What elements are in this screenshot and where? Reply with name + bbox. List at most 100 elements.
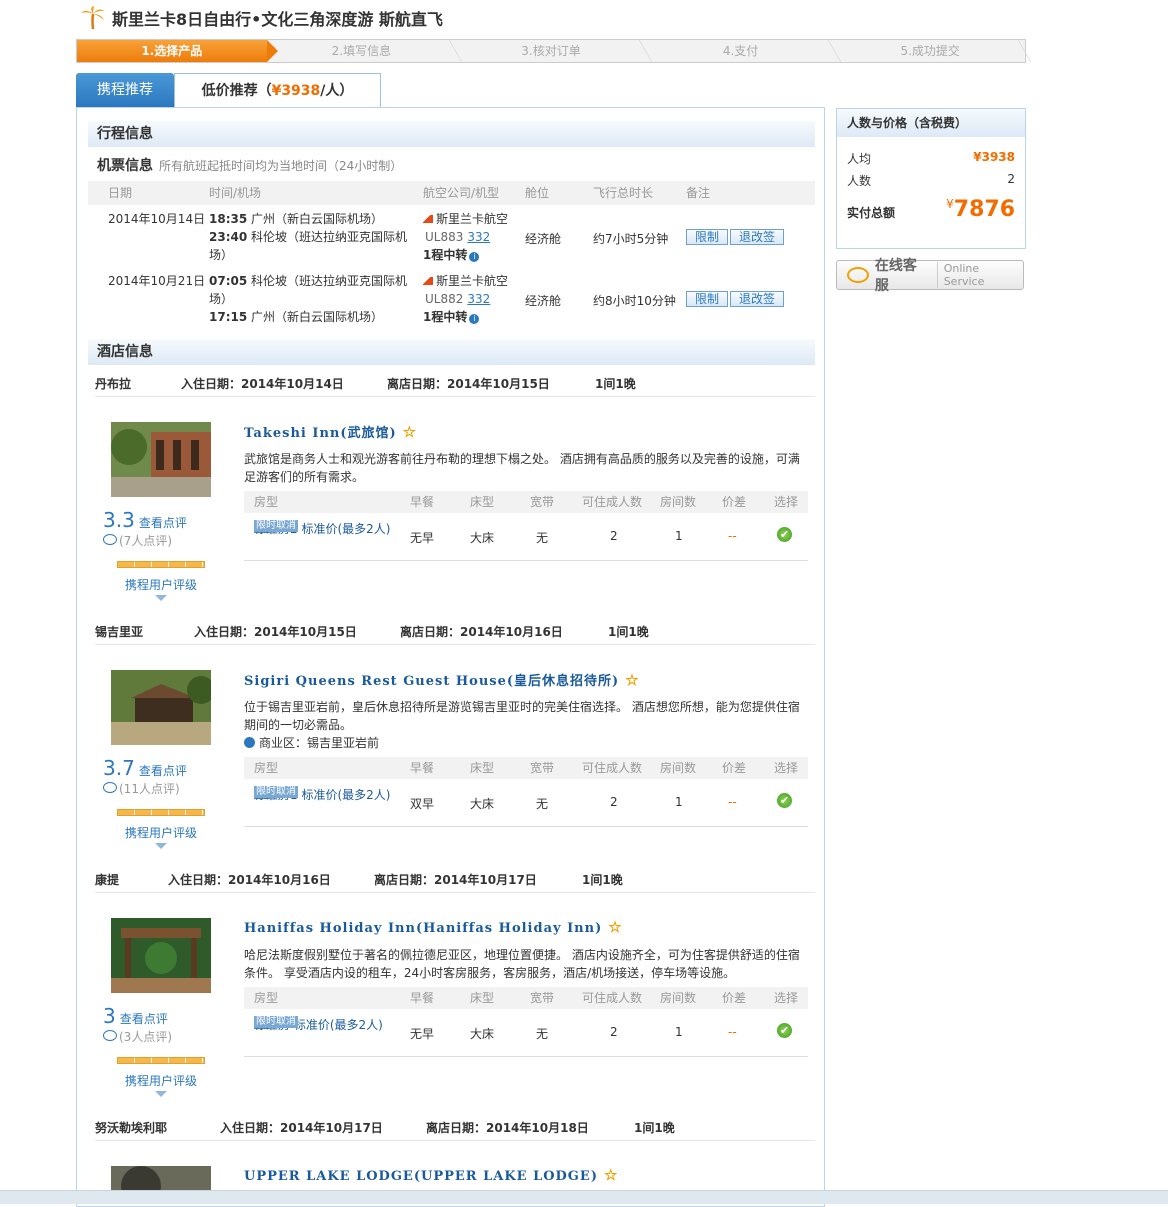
col-room-type: 房型 [254,991,279,1005]
arr-airport: 广州（新白云国际机场） [251,310,384,324]
col-breakfast: 早餐 [410,761,435,775]
user-rating-link[interactable]: 携程用户评级 [125,824,223,841]
limited-cancel-tag: 限时取消 [254,520,298,532]
hotel-name-text[interactable]: Haniffas Holiday Inn(Haniffas Holiday In… [244,921,602,936]
col-bed: 床型 [470,991,495,1005]
room-adults: 2 [610,1025,618,1039]
transfer-text: 1程中转 [423,310,468,324]
room-nights: 1间1晚 [634,1121,675,1135]
col-adults: 可住成人数 [582,761,643,775]
hotel-city: 努沃勒埃利耶 [95,1121,168,1135]
location-icon [244,737,255,748]
people-count-value: 2 [1007,172,1015,186]
chevron-down-icon[interactable] [155,843,167,849]
col-select: 选择 [774,991,799,1005]
col-diff: 价差 [722,495,747,509]
view-reviews-link[interactable]: 查看点评 [120,1012,168,1026]
hotel-city: 锡吉里亚 [95,625,144,639]
hotel-rating-block: 3 查看点评 (3人点评) 携程用户评级 [99,1004,223,1097]
room-adults: 2 [610,529,618,543]
room-adults: 2 [610,795,618,809]
hotel-name[interactable]: Takeshi Inn(武旅馆) ☆ [244,422,417,441]
info-icon[interactable]: i [469,252,480,262]
flight-airline: 斯里兰卡航空 UL883 332 1程中转 i [423,210,508,264]
review-count-text: (7人点评) [119,534,172,548]
dep-time: 07:05 [209,274,248,288]
per-person-row: 人均 ¥3938 [847,150,1015,167]
flight-number: UL882 [425,292,464,306]
room-net: 无 [536,531,549,545]
price-summary-panel: 人数与价格（含税费） 人均 ¥3938 人数 2 实付总额 ¥7876 [836,108,1026,249]
hotel-score: 3 [103,1004,116,1028]
check-icon[interactable]: ✔ [777,793,792,808]
plane-type-link[interactable]: 332 [467,230,490,244]
arr-time: 23:40 [209,230,248,244]
people-count-row: 人数 2 [847,172,1015,189]
hotel-card: 3.3 查看点评 (7人点评) 携程用户评级 Takeshi Inn(武旅馆) ☆ … [99,422,815,602]
people-count-label: 人数 [847,174,872,188]
col-adults: 可住成人数 [582,991,643,1005]
hotel-stay-line: 康提 入住日期：2014年10月16日 离店日期：2014年10月17日 1间1… [95,870,815,893]
check-icon[interactable]: ✔ [777,527,792,542]
flight-number: UL883 [425,230,464,244]
review-count-text: (11人点评) [119,782,180,796]
star-icon: ☆ [402,423,418,441]
plane-type-link[interactable]: 332 [467,292,490,306]
refund-button[interactable]: 退改签 [730,291,785,307]
hotel-rating-block: 3.7 查看点评 (11人点评) 携程用户评级 [99,756,223,849]
palm-logo-icon [81,6,105,30]
tab-lowprice-suffix: /人） [320,83,354,99]
hotel-name-text[interactable]: UPPER LAKE LODGE(UPPER LAKE LODGE) [244,1169,598,1184]
horizontal-scrollbar[interactable] [0,1190,1168,1204]
user-rating-link[interactable]: 携程用户评级 [125,576,223,593]
refund-button[interactable]: 退改签 [730,229,785,245]
arr-time: 17:15 [209,310,248,324]
hotel-stay-line: 丹布拉 入住日期：2014年10月14日 离店日期：2014年10月15日 1间… [95,374,815,397]
chat-bubble-icon [847,267,869,283]
tab-lowprice[interactable]: 低价推荐（¥3938/人） [174,73,381,107]
room-bed: 大床 [470,797,495,811]
hotel-name-text[interactable]: Takeshi Inn(武旅馆) [244,426,397,441]
limited-cancel-tag: 限时取消 [254,1016,298,1028]
view-reviews-link[interactable]: 查看点评 [139,764,187,778]
view-reviews-link[interactable]: 查看点评 [139,516,187,530]
hotel-photo[interactable] [111,918,211,993]
room-net: 无 [536,797,549,811]
hotel-name[interactable]: UPPER LAKE LODGE(UPPER LAKE LODGE) ☆ [244,1166,618,1184]
col-diff: 价差 [722,761,747,775]
total-value: ¥7876 [946,197,1015,222]
checkout-date: 离店日期：2014年10月17日 [374,873,537,887]
hotel-name-text[interactable]: Sigiri Queens Rest Guest House(皇后休息招待所) [244,674,619,689]
chevron-down-icon[interactable] [155,1091,167,1097]
flight-table-header: 日期 时间/机场 航空公司/机型 舱位 飞行总时长 备注 [88,181,815,205]
hotel-description: 哈尼法斯度假别墅位于著名的佩拉德尼亚区，地理位置便捷。 酒店内设施齐全，可为住客… [244,948,800,980]
room-table-header: 房型 早餐 床型 宽带 可住成人数 房间数 价差 选择 [244,987,808,1009]
room-table-header: 房型 早餐 床型 宽带 可住成人数 房间数 价差 选择 [244,491,808,513]
col-airline: 航空公司/机型 [423,186,500,200]
hotel-photo[interactable] [111,670,211,745]
step-3: 3.核对订单 [456,40,646,62]
user-rating-link[interactable]: 携程用户评级 [125,1072,223,1089]
progress-steps: 1.选择产品 2.填写信息 3.核对订单 4.支付 5.成功提交 [76,39,1026,63]
info-icon[interactable]: i [469,314,480,324]
hotel-photo[interactable] [111,422,211,497]
online-service-button[interactable]: 在线客服 Online Service [836,258,1024,294]
main-panel: 行程信息 机票信息 所有航班起抵时间均为当地时间（24小时制） 日期 时间/机场 … [76,107,825,1207]
tab-recommend[interactable]: 携程推荐 [76,73,174,107]
hotel-rating-block: 3.3 查看点评 (7人点评) 携程用户评级 [99,508,223,601]
check-icon[interactable]: ✔ [777,1023,792,1038]
col-bed: 床型 [470,761,495,775]
transfer-text: 1程中转 [423,248,468,262]
flight-times: 07:05 科伦坡（班达拉纳亚克国际机场） 17:15 广州（新白云国际机场） [209,272,419,326]
flight-row: 2014年10月14日 18:35 广州（新白云国际机场） 23:40 科伦坡（… [88,210,815,268]
total-row: 实付总额 ¥7876 [847,197,1015,227]
hotel-name[interactable]: Haniffas Holiday Inn(Haniffas Holiday In… [244,918,623,936]
hotel-card: 3 查看点评 (3人点评) 携程用户评级 Haniffas Holiday Inn… [99,918,815,1098]
chevron-down-icon[interactable] [155,595,167,601]
hotel-section-title: 酒店信息 [88,339,815,365]
hotel-name[interactable]: Sigiri Queens Rest Guest House(皇后休息招待所) ☆ [244,670,640,689]
limit-button[interactable]: 限制 [686,291,729,307]
room-price-diff: -- [728,529,737,543]
limit-button[interactable]: 限制 [686,229,729,245]
business-district: 商业区：锡吉里亚岩前 [244,734,809,752]
